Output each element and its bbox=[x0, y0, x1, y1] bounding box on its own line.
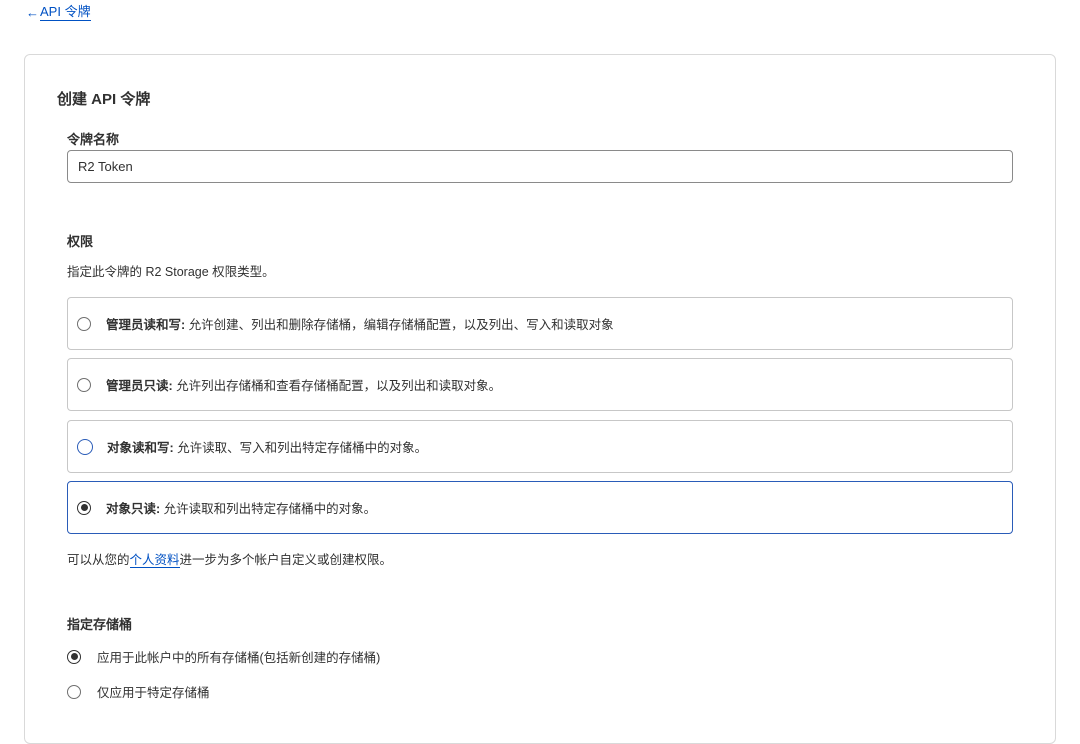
radio-focused-icon[interactable] bbox=[77, 438, 93, 455]
token-name-input[interactable] bbox=[67, 150, 1013, 183]
back-to-api-tokens-link[interactable]: ← API 令牌 bbox=[26, 4, 91, 21]
permission-option-object-read-only[interactable]: 对象只读: 允许读取和列出特定存储桶中的对象。 bbox=[67, 481, 1013, 534]
bucket-option-all[interactable]: 应用于此帐户中的所有存储桶(包括新创建的存储桶) bbox=[67, 647, 380, 666]
page-title: 创建 API 令牌 bbox=[57, 91, 151, 108]
bucket-option-label: 仅应用于特定存储桶 bbox=[97, 686, 210, 700]
radio-unchecked-icon[interactable] bbox=[77, 377, 91, 392]
radio-unchecked-icon[interactable] bbox=[77, 316, 91, 331]
option-description: 允许读取、写入和列出特定存储桶中的对象。 bbox=[173, 441, 428, 455]
radio-checked-icon[interactable] bbox=[67, 649, 81, 664]
arrow-left-icon: ← bbox=[26, 5, 39, 20]
radio-unchecked-icon[interactable] bbox=[67, 684, 81, 699]
permissions-description: 指定此令牌的 R2 Storage 权限类型。 bbox=[67, 265, 275, 279]
back-link-label: API 令牌 bbox=[40, 4, 91, 21]
buckets-heading: 指定存储桶 bbox=[67, 617, 133, 632]
permissions-footnote: 可以从您的个人资料进一步为多个帐户自定义或创建权限。 bbox=[67, 553, 393, 568]
token-name-label: 令牌名称 bbox=[67, 132, 120, 147]
permission-option-admin-read-only[interactable]: 管理员只读: 允许列出存储桶和查看存储桶配置，以及列出和读取对象。 bbox=[67, 358, 1013, 411]
option-title: 对象只读: bbox=[106, 502, 161, 516]
option-title: 管理员只读: bbox=[106, 379, 173, 393]
option-title: 管理员读和写: bbox=[106, 318, 186, 332]
bucket-option-specific[interactable]: 仅应用于特定存储桶 bbox=[67, 682, 210, 701]
permission-option-object-read-write[interactable]: 对象读和写: 允许读取、写入和列出特定存储桶中的对象。 bbox=[67, 420, 1013, 473]
create-token-card: 创建 API 令牌 令牌名称 权限 指定此令牌的 R2 Storage 权限类型… bbox=[24, 54, 1056, 744]
profile-link[interactable]: 个人资料 bbox=[129, 553, 180, 568]
permissions-heading: 权限 bbox=[67, 234, 94, 249]
option-title: 对象读和写: bbox=[107, 441, 174, 455]
option-description: 允许读取和列出特定存储桶中的对象。 bbox=[160, 502, 377, 516]
bucket-option-label: 应用于此帐户中的所有存储桶(包括新创建的存储桶) bbox=[97, 651, 381, 665]
permission-option-admin-read-write[interactable]: 管理员读和写: 允许创建、列出和删除存储桶，编辑存储桶配置，以及列出、写入和读取… bbox=[67, 297, 1013, 350]
option-description: 允许列出存储桶和查看存储桶配置，以及列出和读取对象。 bbox=[172, 379, 502, 393]
option-description: 允许创建、列出和删除存储桶，编辑存储桶配置，以及列出、写入和读取对象 bbox=[185, 318, 614, 332]
radio-checked-icon[interactable] bbox=[77, 500, 91, 515]
